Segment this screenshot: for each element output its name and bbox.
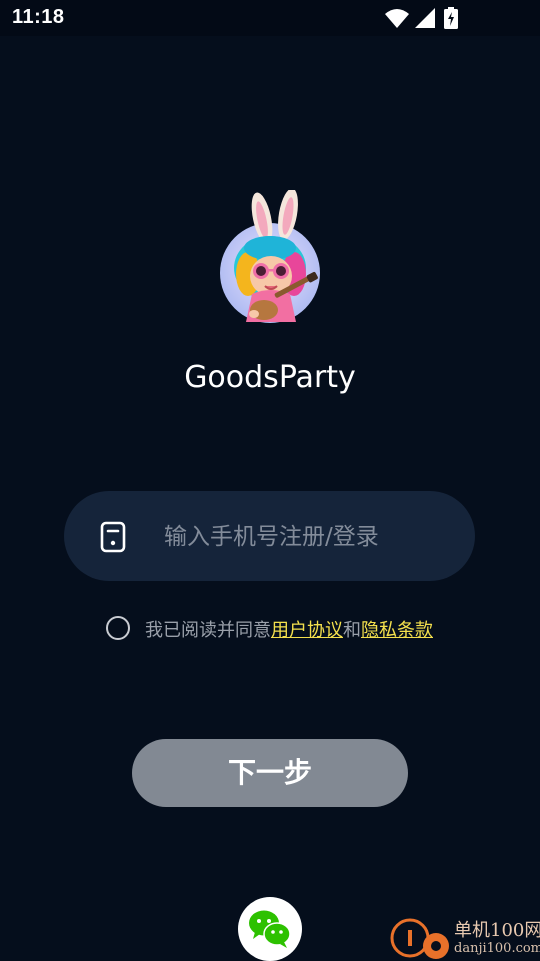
signal-icon — [415, 8, 435, 28]
bunny-avatar-illustration — [220, 188, 320, 323]
wifi-icon — [385, 9, 409, 28]
watermark-logo-icon — [390, 918, 449, 959]
app-name: GoodsParty — [184, 360, 356, 395]
phone-icon — [100, 521, 126, 553]
agreement-text: 我已阅读并同意用户协议和隐私条款 — [145, 616, 433, 642]
agreement-row: 我已阅读并同意用户协议和隐私条款 — [106, 614, 466, 642]
user-agreement-link[interactable]: 用户协议 — [271, 620, 343, 641]
watermark-url: danji100.com — [454, 941, 540, 956]
app-avatar — [218, 188, 322, 330]
next-button[interactable]: 下一步 — [132, 739, 408, 807]
battery-charging-icon — [444, 7, 458, 29]
agreement-checkbox[interactable] — [106, 616, 130, 640]
wechat-login-button[interactable] — [238, 897, 302, 961]
watermark: 单机100网 danji100.com — [388, 914, 540, 960]
phone-field[interactable] — [64, 491, 475, 581]
watermark-title: 单机100网 — [454, 920, 540, 941]
status-bar: 11:18 — [0, 0, 540, 36]
status-time: 11:18 — [12, 6, 65, 28]
wechat-icon — [249, 910, 291, 948]
agreement-conjunction: 和 — [343, 620, 361, 641]
privacy-policy-link[interactable]: 隐私条款 — [361, 620, 433, 641]
phone-input[interactable] — [162, 516, 456, 558]
agreement-prefix: 我已阅读并同意 — [145, 620, 271, 641]
